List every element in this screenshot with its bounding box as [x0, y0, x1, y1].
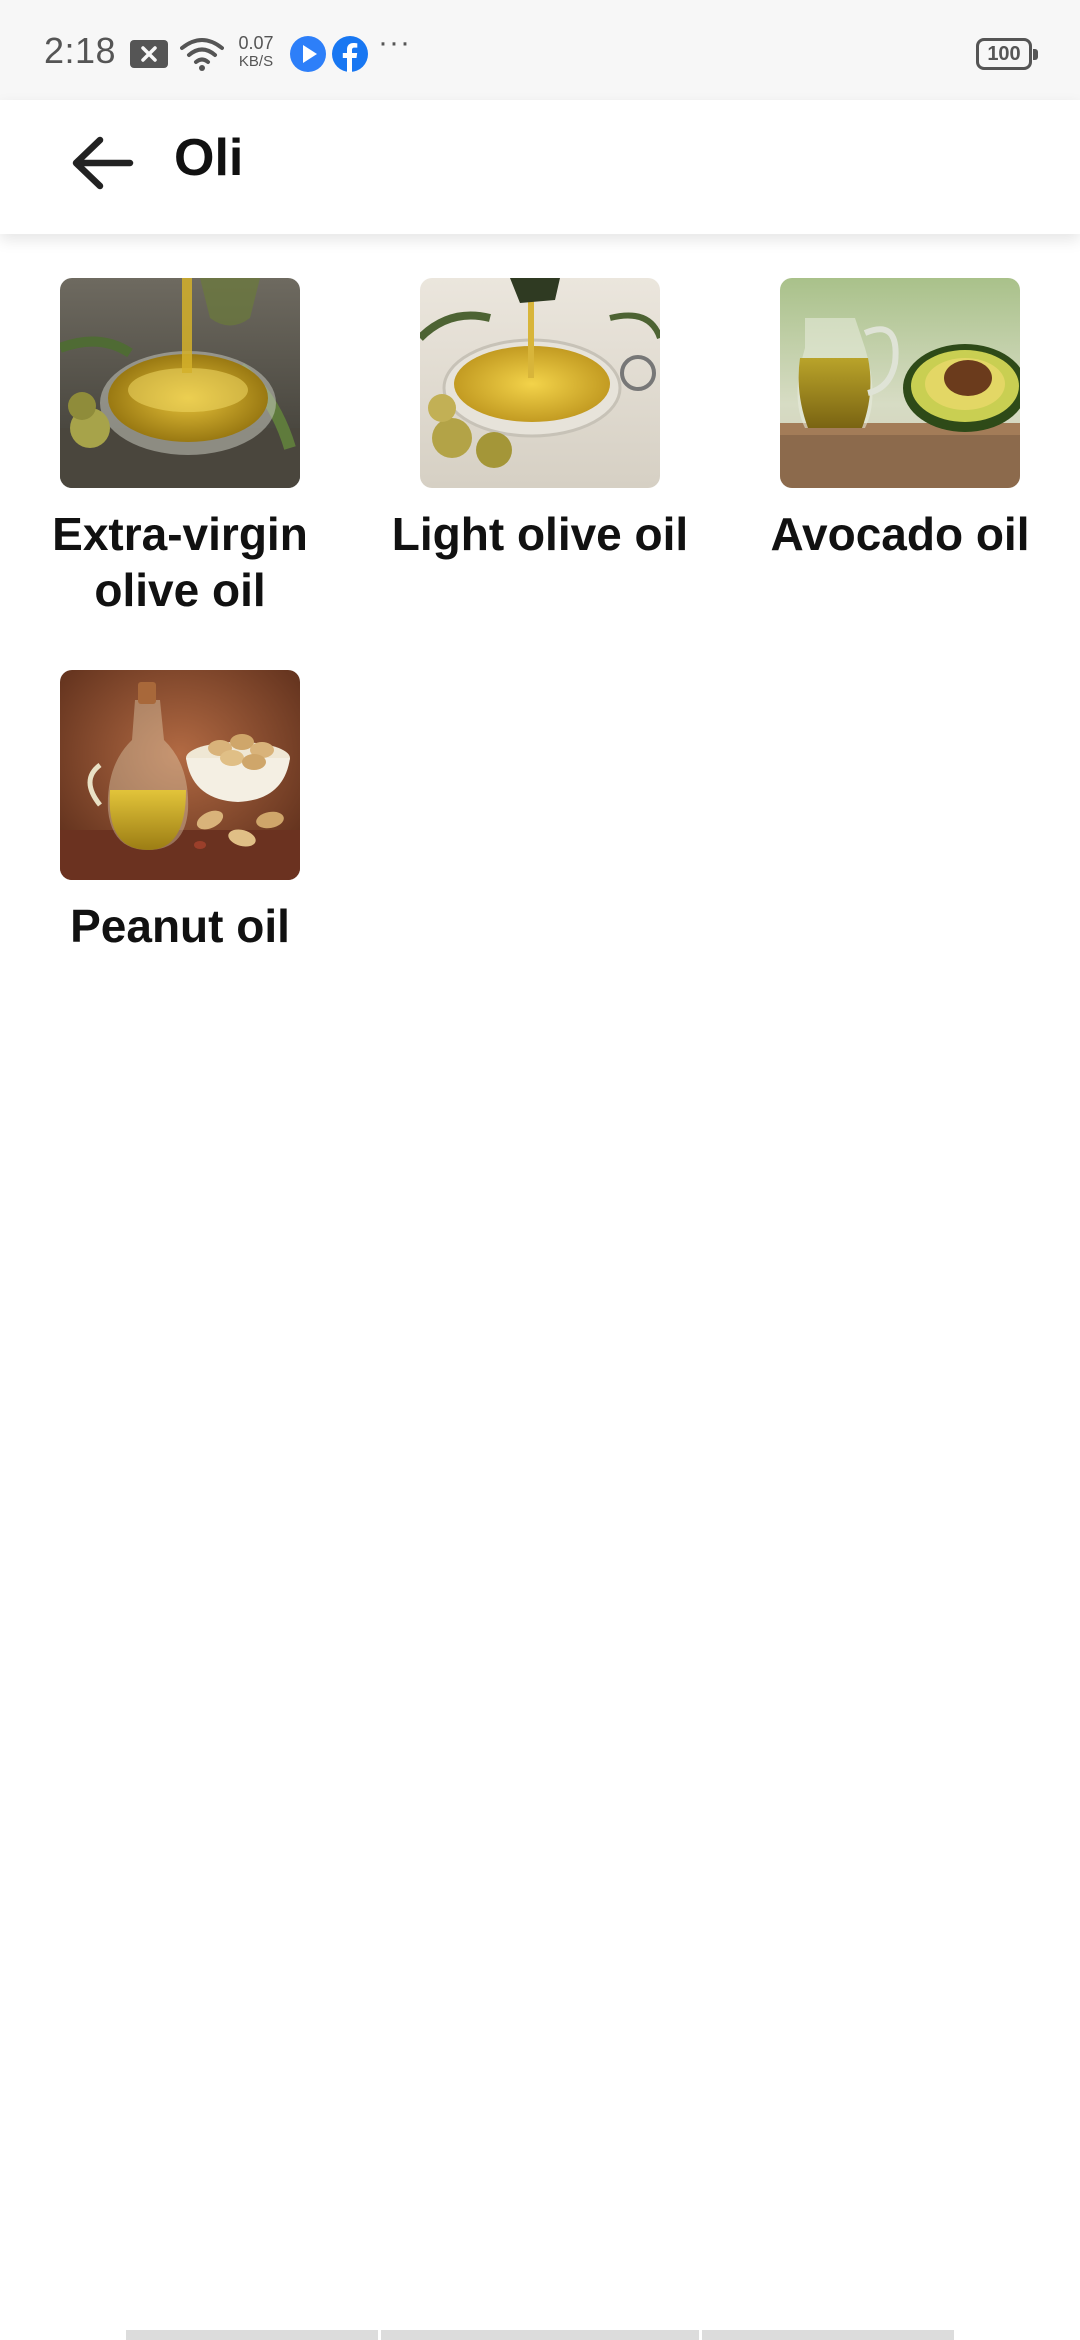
page-title: Oli [174, 129, 244, 187]
facebook-icon [332, 36, 368, 72]
more-notifications-icon: ··· [378, 26, 411, 59]
label-avocado-oil: Avocado oil [770, 508, 1030, 560]
label-light-olive-oil: Light olive oil [391, 508, 689, 560]
app-bar: Oli [0, 100, 1080, 234]
label-extra-virgin-olive-oil: Extra-virgin olive oil [52, 508, 308, 616]
light-olive-oil-image [420, 278, 660, 488]
grid-item-label: Avocado oil [720, 506, 1080, 562]
label-peanut-oil: Peanut oil [70, 900, 290, 952]
status-time: 2:18 [44, 30, 117, 71]
nav-hint-bar [381, 2330, 699, 2340]
grid-item-label: Light olive oil [360, 506, 720, 562]
nav-hint-bar [702, 2330, 954, 2340]
grid-item-label: Extra-virgin olive oil [0, 506, 360, 618]
back-button[interactable] [44, 124, 160, 202]
avocado-oil-image [780, 278, 1020, 488]
wifi-icon [180, 38, 224, 71]
network-speed-unit: KB/S [238, 53, 274, 70]
grid-item-label: Peanut oil [0, 898, 360, 954]
notification-icon [130, 40, 168, 68]
play-icon [290, 36, 326, 72]
peanut-oil-image [60, 670, 300, 880]
nav-hint-bar [126, 2330, 378, 2340]
battery-icon: 100 [976, 38, 1038, 70]
network-speed-value: 0.07 [238, 33, 274, 53]
olive-oil-bowl-image [60, 278, 300, 488]
network-speed: 0.07 KB/S [234, 34, 278, 69]
arrow-left-icon [72, 136, 134, 190]
status-bar: 2:18 0.07 KB/S ··· 100 [0, 0, 1080, 100]
